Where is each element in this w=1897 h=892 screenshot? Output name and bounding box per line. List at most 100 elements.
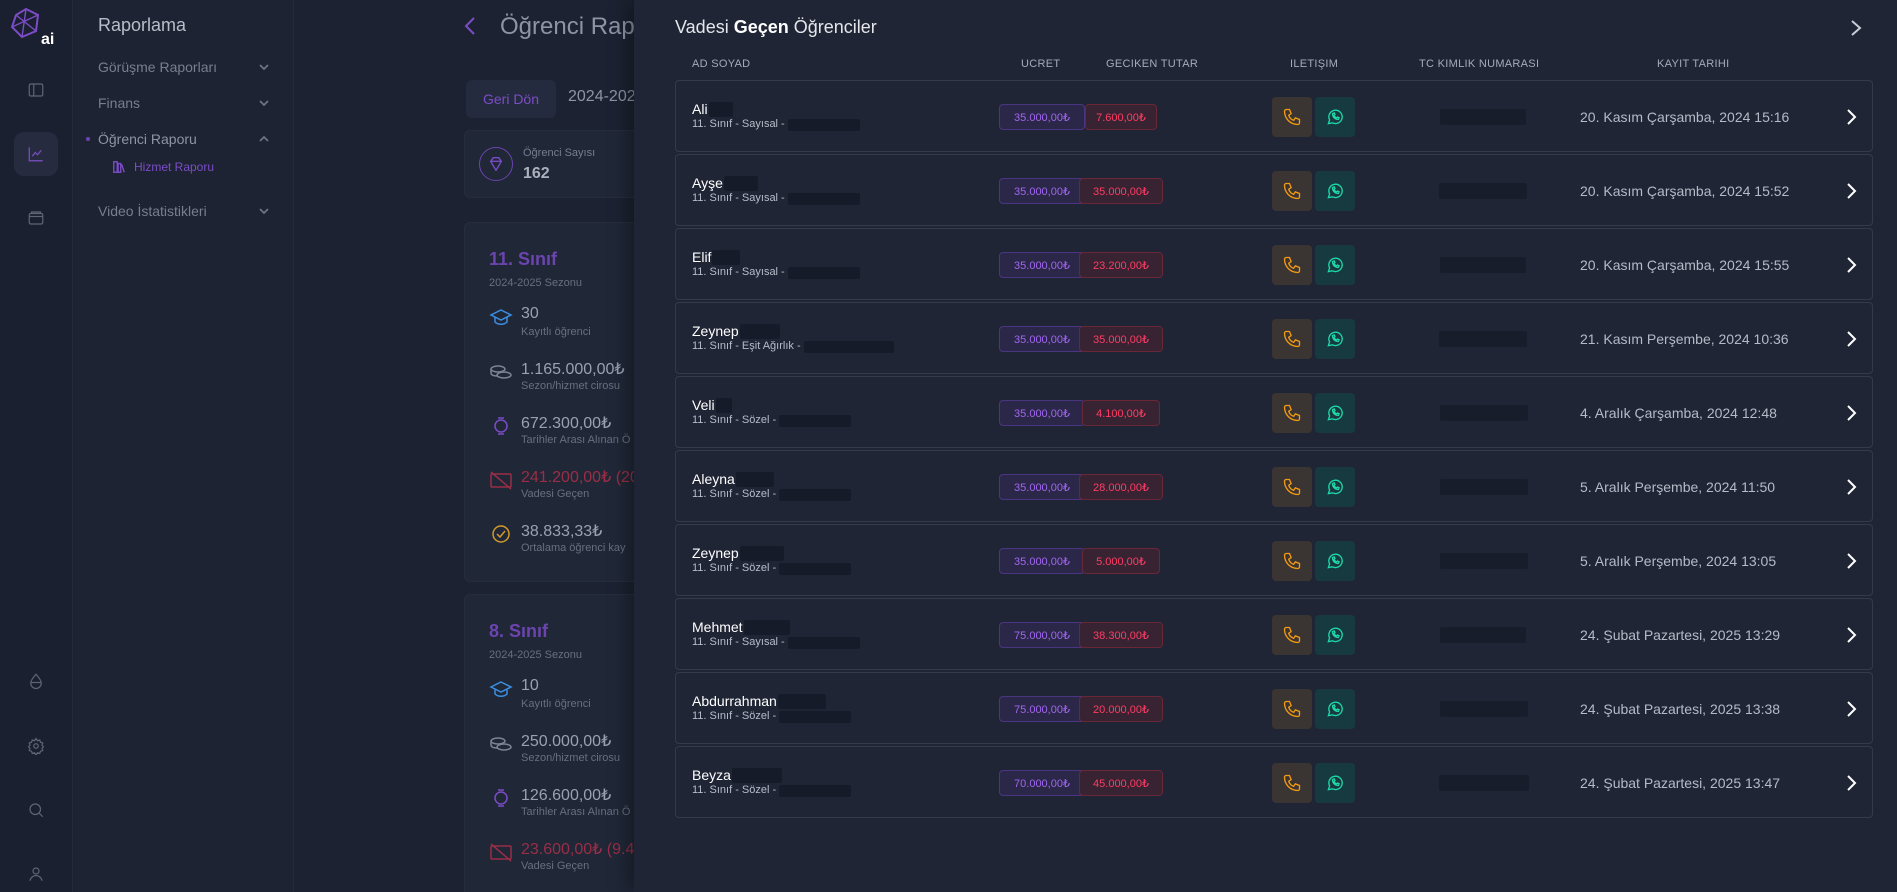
row-chevron-right-icon[interactable]	[1844, 255, 1858, 275]
redacted-tc-number	[1440, 479, 1528, 495]
student-row[interactable]: Elif 11. Sınıf - Sayısal - 35.000,00₺ 23.20…	[675, 228, 1873, 300]
close-drawer-chevron-icon[interactable]	[1847, 17, 1865, 39]
whatsapp-icon	[1325, 625, 1345, 645]
panel-icon[interactable]	[14, 68, 58, 112]
chart-icon[interactable]	[14, 132, 58, 176]
phone-call-button[interactable]	[1272, 541, 1312, 581]
student-class: 11. Sınıf - Sözel -	[692, 784, 777, 796]
redacted-tc-number	[1440, 701, 1528, 717]
sidebar-item-ogrenci-raporu[interactable]: Öğrenci Raporu	[98, 128, 270, 150]
books-icon	[113, 161, 125, 173]
phone-icon	[1282, 625, 1302, 645]
fee-badge: 35.000,00₺	[999, 400, 1085, 426]
student-class: 11. Sınıf - Sayısal -	[692, 118, 785, 130]
sidebar-subitem-hizmet-raporu[interactable]: Hizmet Raporu	[112, 160, 214, 174]
search-icon[interactable]	[14, 788, 58, 832]
student-name: Aleyna	[692, 471, 735, 487]
registration-date: 20. Kasım Çarşamba, 2024 15:55	[1580, 257, 1790, 273]
phone-icon	[1282, 403, 1302, 423]
gear-icon[interactable]	[14, 724, 58, 768]
redacted-detail	[788, 193, 860, 205]
phone-icon	[1282, 477, 1302, 497]
student-row[interactable]: Abdurrahman 11. Sınıf - Sözel - 75.000,00₺…	[675, 672, 1873, 744]
whatsapp-button[interactable]	[1315, 615, 1355, 655]
sidebar-item-label: Video İstatistikleri	[98, 203, 207, 219]
phone-call-button[interactable]	[1272, 763, 1312, 803]
row-chevron-right-icon[interactable]	[1844, 773, 1858, 793]
student-row[interactable]: Zeynep 11. Sınıf - Sözel - 35.000,00₺ 5.000…	[675, 524, 1873, 596]
student-row[interactable]: Veli 11. Sınıf - Sözel - 35.000,00₺ 4.100,0…	[675, 376, 1873, 448]
sidebar-item-video-istatistikleri[interactable]: Video İstatistikleri	[98, 200, 270, 222]
registration-date: 5. Aralık Perşembe, 2024 13:05	[1580, 553, 1777, 569]
wallet-icon[interactable]	[14, 196, 58, 240]
redacted-detail	[779, 785, 851, 797]
phone-call-button[interactable]	[1272, 171, 1312, 211]
student-count-value: 162	[523, 165, 550, 182]
phone-call-button[interactable]	[1272, 393, 1312, 433]
whatsapp-button[interactable]	[1315, 689, 1355, 729]
whatsapp-button[interactable]	[1315, 319, 1355, 359]
row-chevron-right-icon[interactable]	[1844, 403, 1858, 423]
whatsapp-button[interactable]	[1315, 171, 1355, 211]
redacted-tc-number	[1439, 775, 1529, 791]
sidebar-title: Raporlama	[98, 15, 187, 35]
phone-call-button[interactable]	[1272, 689, 1312, 729]
student-name: Ayşe	[692, 175, 723, 191]
whatsapp-button[interactable]	[1315, 763, 1355, 803]
student-row[interactable]: Mehmet 11. Sınıf - Sayısal - 75.000,00₺ 38.…	[675, 598, 1873, 670]
student-row[interactable]: Ali 11. Sınıf - Sayısal - 35.000,00₺ 7.600,…	[675, 80, 1873, 152]
row-chevron-right-icon[interactable]	[1844, 329, 1858, 349]
late-amount-badge: 4.100,00₺	[1082, 400, 1160, 426]
registration-date: 24. Şubat Pazartesi, 2025 13:29	[1580, 627, 1781, 643]
row-chevron-right-icon[interactable]	[1844, 477, 1858, 497]
row-chevron-right-icon[interactable]	[1844, 181, 1858, 201]
icon-rail: ai	[0, 0, 73, 892]
class-card-title: 8. Sınıf	[489, 621, 549, 641]
redacted-detail	[788, 637, 860, 649]
back-button[interactable]: Geri Dön	[466, 80, 556, 118]
phone-call-button[interactable]	[1272, 245, 1312, 285]
whatsapp-icon	[1325, 181, 1345, 201]
student-row[interactable]: Ayşe 11. Sınıf - Sayısal - 35.000,00₺ 35.00…	[675, 154, 1873, 226]
registration-date: 5. Aralık Perşembe, 2024 11:50	[1580, 479, 1776, 495]
student-row[interactable]: Beyza 11. Sınıf - Sözel - 70.000,00₺ 45.000…	[675, 746, 1873, 818]
phone-call-button[interactable]	[1272, 615, 1312, 655]
watch-icon	[489, 787, 513, 809]
whatsapp-button[interactable]	[1315, 541, 1355, 581]
phone-icon	[1282, 699, 1302, 719]
phone-icon	[1282, 773, 1302, 793]
student-name: Ali	[692, 101, 708, 117]
student-class: 11. Sınıf - Eşit Ağırlık -	[692, 340, 801, 352]
student-row[interactable]: Zeynep 11. Sınıf - Eşit Ağırlık - 35.000,0…	[675, 302, 1873, 374]
sidebar-item-label: Görüşme Raporları	[98, 59, 218, 75]
whatsapp-button[interactable]	[1315, 97, 1355, 137]
back-arrow-icon[interactable]	[462, 14, 478, 38]
column-header-name: AD SOYAD	[692, 58, 751, 70]
whatsapp-button[interactable]	[1315, 245, 1355, 285]
registration-date: 24. Şubat Pazartesi, 2025 13:47	[1580, 775, 1781, 791]
phone-call-button[interactable]	[1272, 97, 1312, 137]
sidebar-item-finans[interactable]: Finans	[98, 92, 270, 114]
water-drop-icon[interactable]	[14, 659, 58, 703]
phone-icon	[1282, 329, 1302, 349]
user-icon[interactable]	[14, 852, 58, 892]
phone-call-button[interactable]	[1272, 319, 1312, 359]
whatsapp-button[interactable]	[1315, 467, 1355, 507]
sidebar-item-gorusme-raporlari[interactable]: Görüşme Raporları	[98, 56, 270, 78]
student-row[interactable]: Aleyna 11. Sınıf - Sözel - 35.000,00₺ 28.00…	[675, 450, 1873, 522]
phone-call-button[interactable]	[1272, 467, 1312, 507]
fee-badge: 35.000,00₺	[999, 178, 1085, 204]
season-select[interactable]: 2024-202	[568, 88, 636, 106]
row-chevron-right-icon[interactable]	[1844, 699, 1858, 719]
late-amount-badge: 38.300,00₺	[1079, 622, 1163, 648]
row-chevron-right-icon[interactable]	[1844, 107, 1858, 127]
row-chevron-right-icon[interactable]	[1844, 551, 1858, 571]
student-class: 11. Sınıf - Sözel -	[692, 710, 777, 722]
brand-logo[interactable]: ai	[8, 5, 60, 49]
student-class: 11. Sınıf - Sözel -	[692, 562, 777, 574]
row-chevron-right-icon[interactable]	[1844, 625, 1858, 645]
redacted-surname	[778, 694, 826, 709]
redacted-tc-number	[1440, 627, 1526, 643]
whatsapp-button[interactable]	[1315, 393, 1355, 433]
fee-badge: 70.000,00₺	[999, 770, 1085, 796]
